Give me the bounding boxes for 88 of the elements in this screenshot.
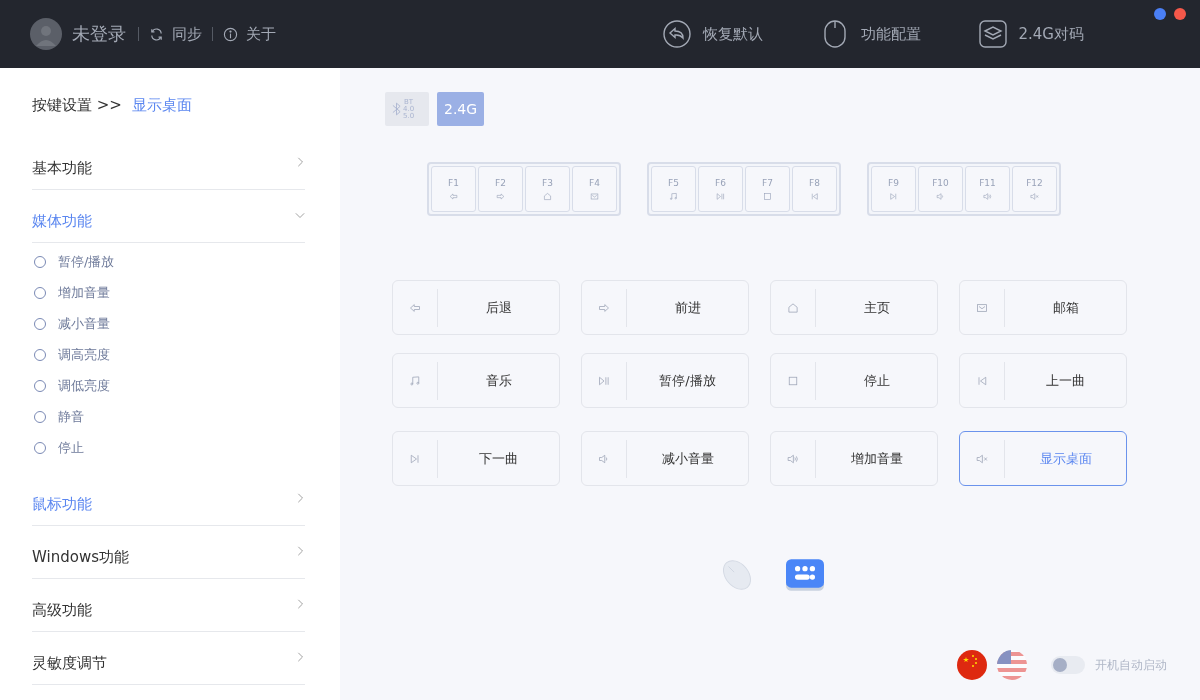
next-icon [409,452,421,465]
window-control-dot[interactable] [1154,8,1166,20]
music-icon [409,374,421,387]
volup-icon [983,191,992,201]
radio-option[interactable]: 增加音量 [34,277,308,308]
sidebar-section[interactable]: 基本功能 [32,137,305,190]
function-config-button[interactable]: 功能配置 [820,20,921,48]
next-icon [889,191,898,201]
breadcrumb-path: 按键设置 >> [32,96,122,115]
function-button[interactable]: 停止 [770,353,938,408]
forward-icon [496,191,505,201]
function-button[interactable]: 邮箱 [959,280,1127,335]
keyboard-device-icon[interactable] [786,558,824,592]
mail-icon [976,301,988,314]
chevron-right-icon [295,157,305,167]
us-flag-icon[interactable] [997,650,1027,680]
sidebar-section[interactable]: 鼠标功能 [32,473,305,526]
function-button[interactable]: 显示桌面 [959,431,1127,486]
radio-option[interactable]: 静音 [34,401,308,432]
prev-icon [810,191,819,201]
function-button[interactable]: 暂停/播放 [581,353,749,408]
radio-option[interactable]: 调低亮度 [34,370,308,401]
function-button[interactable]: 增加音量 [770,431,938,486]
playpause-icon [716,191,725,201]
sidebar-section[interactable]: Windows功能 [32,526,305,579]
chevron-right-icon [295,493,305,503]
radio-option[interactable]: 调高亮度 [34,339,308,370]
chevron-down-icon [295,210,305,220]
pairing-button[interactable]: 2.4G对码 [978,20,1084,48]
keycap[interactable]: F3 [525,166,570,212]
chevron-right-icon [295,599,305,609]
function-button[interactable]: 主页 [770,280,938,335]
volup-icon [787,452,799,465]
keycap[interactable]: F12 [1012,166,1057,212]
keycap[interactable]: F5 [651,166,696,212]
keycap[interactable]: F11 [965,166,1010,212]
bluetooth-icon [392,101,401,117]
undo-icon [662,20,691,48]
toggle-switch[interactable] [1051,656,1085,674]
sidebar-section[interactable]: 灵敏度调节 [32,632,305,685]
back-icon [449,191,458,201]
info-link[interactable]: 关于 [223,24,276,44]
home-icon [787,301,799,314]
keycap[interactable]: F6 [698,166,743,212]
forward-icon [598,301,610,314]
sync-link[interactable]: 同步 [149,24,202,44]
function-button[interactable]: 减小音量 [581,431,749,486]
mute-icon [976,452,988,465]
chevron-right-icon [295,652,305,662]
mute-icon [1030,191,1039,201]
breadcrumb-current: 显示桌面 [131,96,192,115]
function-button[interactable]: 前进 [581,280,749,335]
window-control-dot[interactable] [1174,8,1186,20]
function-button[interactable]: 音乐 [392,353,560,408]
voldown-icon [598,452,610,465]
keycap[interactable]: F9 [871,166,916,212]
keycap[interactable]: F8 [792,166,837,212]
layers-icon [978,20,1007,48]
function-button[interactable]: 下一曲 [392,431,560,486]
info-icon [223,26,238,42]
autostart-label: 开机自动启动 [1095,656,1167,674]
playpause-icon [598,374,610,387]
prev-icon [976,374,988,387]
china-flag-icon[interactable] [957,650,987,680]
sync-icon [149,26,164,42]
keycap[interactable]: F2 [478,166,523,212]
sidebar-section[interactable]: 高级功能 [32,579,305,632]
radio-option[interactable]: 停止 [34,432,308,463]
back-icon [409,301,421,314]
radio-option[interactable]: 减小音量 [34,308,308,339]
voldown-icon [936,191,945,201]
home-icon [543,191,552,201]
keycap[interactable]: F1 [431,166,476,212]
login-status[interactable]: 未登录 [72,22,126,46]
avatar-icon [30,18,62,50]
keycap[interactable]: F4 [572,166,617,212]
stop-icon [763,191,772,201]
keycap[interactable]: F10 [918,166,963,212]
chevron-right-icon [295,546,305,556]
function-button[interactable]: 上一曲 [959,353,1127,408]
mail-icon [590,191,599,201]
music-icon [669,191,678,201]
sidebar-section[interactable]: 媒体功能 [32,190,305,243]
radio-option[interactable]: 暂停/播放 [34,246,308,277]
function-button[interactable]: 后退 [392,280,560,335]
keycap[interactable]: F7 [745,166,790,212]
stop-icon [787,374,799,387]
restore-defaults-button[interactable]: 恢复默认 [662,20,763,48]
